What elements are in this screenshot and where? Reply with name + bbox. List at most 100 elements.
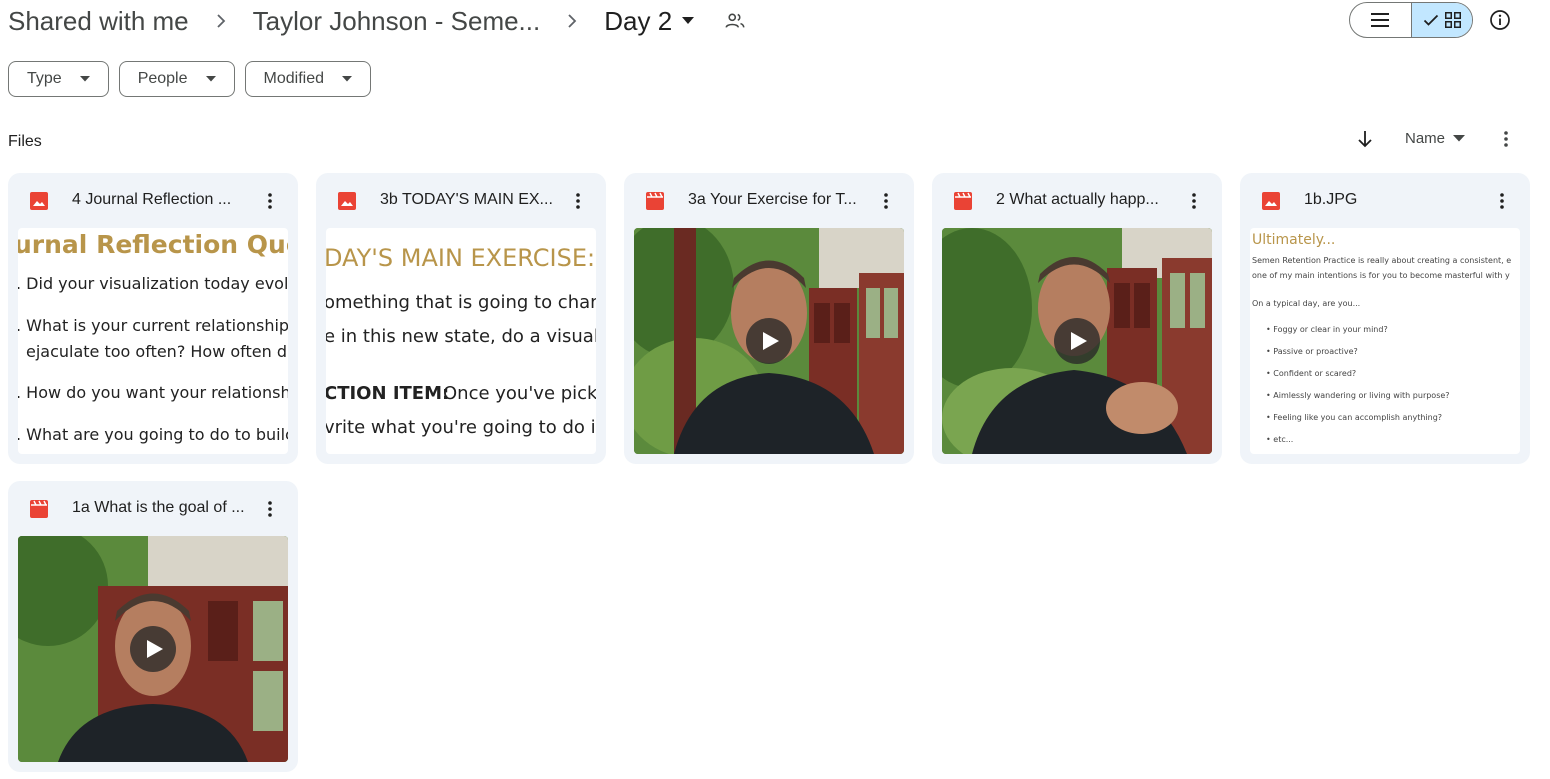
- more-vert-icon: [1504, 131, 1508, 147]
- chevron-right-icon: [189, 14, 253, 28]
- preview-bullet: • Foggy or clear in your mind?: [1266, 325, 1388, 334]
- arrow-down-icon: [1358, 131, 1372, 148]
- preview-line: . Did your visualization today evolv: [18, 274, 288, 293]
- type-filter-label: Type: [27, 70, 62, 87]
- file-name: 1b.JPG: [1304, 191, 1358, 208]
- breadcrumb-parent-folder[interactable]: Taylor Johnson - Seme...: [253, 6, 541, 37]
- current-folder-title: Day 2: [604, 5, 673, 36]
- play-icon: [763, 332, 779, 350]
- card-header: 2 What actually happ...: [932, 173, 1222, 229]
- preview-bullet: • Aimlessly wandering or living with pur…: [1266, 391, 1450, 400]
- video-file-icon: [954, 192, 972, 210]
- list-layout-icon: [1371, 13, 1390, 27]
- file-name: 4 Journal Reflection ...: [72, 191, 232, 208]
- file-thumbnail: [634, 228, 904, 454]
- file-more-actions-button[interactable]: [876, 189, 896, 213]
- preview-bullet-text: etc...: [1273, 435, 1294, 444]
- file-name: 3b TODAY'S MAIN EX...: [380, 191, 553, 208]
- card-header: 1b.JPG: [1240, 173, 1530, 229]
- shared-people-icon[interactable]: [724, 10, 746, 32]
- filter-chips: Type People Modified: [8, 61, 371, 97]
- view-details-button[interactable]: [1486, 6, 1514, 34]
- preview-line: . How do you want your relationsh: [18, 383, 288, 402]
- play-button[interactable]: [746, 318, 792, 364]
- more-vert-icon: [884, 193, 888, 209]
- current-folder-menu[interactable]: Day 2: [604, 5, 695, 37]
- preview-line: On a typical day, are you...: [1252, 299, 1361, 308]
- more-vert-icon: [268, 501, 272, 517]
- file-name: 1a What is the goal of ...: [72, 499, 245, 516]
- preview-line: . What are you going to do to builc: [18, 425, 288, 444]
- preview-bullet-text: Foggy or clear in your mind?: [1273, 325, 1388, 334]
- more-vert-icon: [268, 193, 272, 209]
- preview-heading: urnal Reflection Quest: [18, 230, 288, 259]
- card-header: 3b TODAY'S MAIN EX...: [316, 173, 606, 229]
- file-more-actions-button[interactable]: [1492, 189, 1512, 213]
- caret-down-icon: [342, 76, 352, 82]
- preview-bullet-text: Aimlessly wandering or living with purpo…: [1273, 391, 1450, 400]
- preview-bullet-text: Passive or proactive?: [1273, 347, 1358, 356]
- file-thumbnail: [18, 536, 288, 762]
- play-button[interactable]: [130, 626, 176, 672]
- file-card[interactable]: 3a Your Exercise for T...: [624, 173, 914, 464]
- preview-bullet: • Passive or proactive?: [1266, 347, 1358, 356]
- file-card[interactable]: 1a What is the goal of ...: [8, 481, 298, 772]
- video-preview: [18, 536, 288, 762]
- preview-heading: Ultimately...: [1252, 232, 1336, 248]
- card-header: 4 Journal Reflection ...: [8, 173, 298, 229]
- video-preview: [942, 228, 1212, 454]
- video-preview: [634, 228, 904, 454]
- file-thumbnail: Ultimately... Semen Retention Practice i…: [1250, 228, 1520, 454]
- play-icon: [147, 640, 163, 658]
- view-toggle: [1349, 2, 1473, 38]
- sort-by-button[interactable]: Name: [1405, 130, 1466, 147]
- file-card[interactable]: 4 Journal Reflection ... urnal Reflectio…: [8, 173, 298, 464]
- sort-direction-button[interactable]: [1354, 128, 1376, 150]
- preview-bullet: • Confident or scared?: [1266, 369, 1357, 378]
- breadcrumb: Shared with me Taylor Johnson - Seme... …: [8, 0, 746, 42]
- preview-line: Once you've picke: [443, 383, 596, 404]
- type-filter-chip[interactable]: Type: [8, 61, 109, 97]
- file-thumbnail: DAY'S MAIN EXERCISE: omething that is go…: [326, 228, 596, 454]
- file-more-actions-button[interactable]: [568, 189, 588, 213]
- file-card[interactable]: 3b TODAY'S MAIN EX... DAY'S MAIN EXERCIS…: [316, 173, 606, 464]
- file-thumbnail: urnal Reflection Quest . Did your visual…: [18, 228, 288, 454]
- sort-by-label: Name: [1405, 130, 1446, 147]
- more-options-button[interactable]: [1496, 128, 1516, 150]
- info-icon: [1490, 10, 1510, 30]
- preview-line: ejaculate too often? How often d: [26, 342, 288, 361]
- modified-filter-chip[interactable]: Modified: [244, 61, 371, 97]
- preview-line: . What is your current relationship: [18, 316, 288, 335]
- more-vert-icon: [1500, 193, 1504, 209]
- image-file-icon: [1262, 192, 1280, 210]
- more-vert-icon: [1192, 193, 1196, 209]
- preview-heading: DAY'S MAIN EXERCISE:: [326, 244, 596, 272]
- preview-line: Semen Retention Practice is really about…: [1252, 256, 1512, 265]
- breadcrumb-shared-with-me[interactable]: Shared with me: [8, 6, 189, 37]
- preview-line: vrite what you're going to do in: [326, 417, 596, 438]
- people-filter-chip[interactable]: People: [118, 61, 235, 97]
- grid-layout-icon: [1444, 12, 1461, 28]
- video-file-icon: [30, 500, 48, 518]
- card-header: 1a What is the goal of ...: [8, 481, 298, 537]
- play-icon: [1071, 332, 1087, 350]
- caret-down-icon: [79, 76, 90, 82]
- preview-line: e in this new state, do a visualiz: [326, 326, 596, 347]
- preview-line: one of my main intentions is for you to …: [1252, 271, 1510, 280]
- preview-action-label: CTION ITEM:: [326, 383, 450, 404]
- file-more-actions-button[interactable]: [260, 497, 280, 521]
- list-view-button[interactable]: [1350, 3, 1411, 37]
- preview-bullet-text: Confident or scared?: [1273, 369, 1357, 378]
- file-name: 3a Your Exercise for T...: [688, 191, 857, 208]
- file-more-actions-button[interactable]: [1184, 189, 1204, 213]
- play-button[interactable]: [1054, 318, 1100, 364]
- image-file-icon: [338, 192, 356, 210]
- file-card[interactable]: 1b.JPG Ultimately... Semen Retention Pra…: [1240, 173, 1530, 464]
- file-card[interactable]: 2 What actually happ...: [932, 173, 1222, 464]
- file-more-actions-button[interactable]: [260, 189, 280, 213]
- modified-filter-label: Modified: [263, 70, 324, 87]
- caret-down-icon: [682, 17, 695, 24]
- grid-view-button[interactable]: [1410, 3, 1472, 37]
- preview-bullet-text: Feeling like you can accomplish anything…: [1273, 413, 1443, 422]
- file-name: 2 What actually happ...: [996, 191, 1159, 208]
